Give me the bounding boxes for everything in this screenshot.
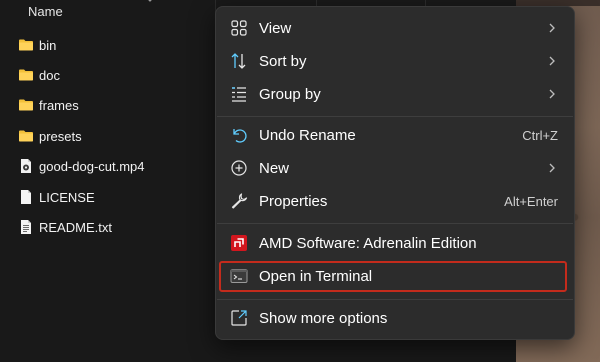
menu-item-label: Undo Rename (259, 127, 356, 144)
grid-icon (231, 20, 247, 36)
menu-separator (217, 299, 573, 300)
share-icon (231, 310, 247, 326)
column-name-label[interactable]: Name (28, 4, 63, 19)
file-name: README.txt (39, 219, 112, 235)
file-icon (21, 190, 31, 204)
menu-item-label: Sort by (259, 53, 307, 70)
wrench-icon (231, 193, 248, 209)
file-row-good-dog-cut[interactable]: good-dog-cut.mp4 (18, 155, 145, 177)
menu-item-show-more-options[interactable]: Show more options (220, 303, 570, 333)
list-icon (232, 87, 246, 102)
menu-item-group-by[interactable]: Group by (220, 79, 570, 109)
menu-item-label: AMD Software: Adrenalin Edition (259, 235, 477, 252)
terminal-icon (230, 269, 248, 283)
menu-item-label: Show more options (259, 310, 388, 327)
menu-item-label: Properties (259, 193, 328, 210)
menu-separator (217, 116, 573, 117)
chevron-right-icon (549, 163, 555, 173)
menu-item-open-in-terminal[interactable]: Open in Terminal (219, 261, 567, 292)
menu-separator (217, 223, 573, 224)
menu-item-label: New (259, 160, 290, 177)
file-row-frames[interactable]: frames (18, 94, 79, 116)
menu-item-undo-rename[interactable]: Undo Rename Ctrl+Z (220, 120, 570, 150)
file-name: presets (39, 128, 82, 144)
sort-icon (231, 53, 246, 69)
folder-icon (19, 99, 33, 111)
file-name: bin (39, 37, 57, 53)
shortcut-text: Alt+Enter (504, 194, 558, 209)
chevron-right-icon (549, 89, 555, 99)
shortcut-text: Ctrl+Z (522, 128, 558, 143)
menu-item-new[interactable]: New (220, 153, 570, 183)
file-row-doc[interactable]: doc (18, 64, 60, 86)
menu-item-label: Open in Terminal (259, 268, 373, 285)
file-name: LICENSE (39, 189, 95, 205)
plus-circle-icon (231, 160, 247, 176)
menu-item-properties[interactable]: Properties Alt+Enter (220, 186, 570, 216)
folder-icon (19, 69, 33, 81)
file-name: doc (39, 67, 60, 83)
menu-item-label: Group by (259, 86, 321, 103)
file-row-license[interactable]: LICENSE (18, 186, 95, 208)
file-name: good-dog-cut.mp4 (39, 158, 145, 174)
amd-logo-icon (231, 235, 247, 251)
folder-icon (19, 39, 33, 51)
file-row-presets[interactable]: presets (18, 125, 82, 147)
menu-item-amd-software[interactable]: AMD Software: Adrenalin Edition (220, 228, 570, 258)
sort-chevron-icon (148, 0, 152, 2)
file-name: frames (39, 97, 79, 113)
chevron-right-icon (549, 23, 555, 33)
chevron-right-icon (549, 56, 555, 66)
menu-item-view[interactable]: View (220, 13, 570, 43)
folder-icon (19, 130, 33, 142)
menu-item-sort-by[interactable]: Sort by (220, 46, 570, 76)
undo-icon (233, 129, 247, 143)
menu-item-label: View (259, 20, 292, 37)
video-file-icon (21, 159, 31, 173)
text-file-icon (21, 220, 31, 234)
context-menu: View Sort by Group by Undo Rename Ctrl+Z… (215, 6, 575, 340)
file-row-bin[interactable]: bin (18, 34, 56, 56)
file-row-readme[interactable]: README.txt (18, 216, 112, 238)
